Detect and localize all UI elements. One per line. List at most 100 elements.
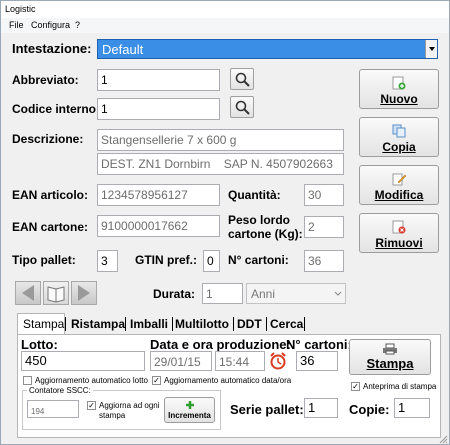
serie-pallet-label: Serie pallet:	[230, 402, 304, 417]
durata-unit-select[interactable]: Anni	[246, 283, 346, 304]
sscc-legend: Contatore SSCC:	[27, 386, 93, 395]
peso-label-line1: Peso lordo	[228, 213, 291, 227]
tab-separator	[304, 317, 305, 331]
menu-file[interactable]: File	[9, 20, 24, 30]
copie-label: Copie:	[349, 402, 390, 417]
descrizione-line1-field[interactable]: Stangensellerie 7 x 600 g	[97, 129, 344, 151]
ean-articolo-label: EAN articolo:	[12, 188, 89, 202]
incrementa-label: Incrementa	[168, 411, 211, 420]
quantita-label: Quantità:	[228, 188, 281, 202]
descrizione-line2-field[interactable]: DEST. ZN1 Dornbirn SAP N. 4507902663	[97, 153, 344, 175]
agg-ogni-label-line1: Aggiorna ad ogni	[99, 401, 160, 410]
plus-icon	[185, 401, 194, 409]
copia-label: Copia	[382, 140, 416, 154]
stampa-label: Stampa	[366, 356, 414, 371]
intestazione-value: Default	[102, 42, 144, 57]
agg-ogni-stampa-checkbox[interactable]: ✓	[87, 401, 96, 410]
agg-lotto-checkbox[interactable]	[23, 376, 32, 385]
abbreviato-field[interactable]: 1	[97, 69, 220, 91]
peso-label-line2: cartone (Kg):	[228, 227, 303, 241]
data-field[interactable]: 29/01/15	[150, 351, 212, 371]
window-title: Logistic	[5, 4, 36, 14]
durata-unit-value: Anni	[251, 287, 276, 301]
gtin-label: GTIN pref.:	[135, 253, 197, 267]
tab-separator	[65, 317, 66, 331]
n-cartoni-stampa-field[interactable]: 36	[296, 351, 338, 371]
modifica-label: Modifica	[374, 188, 424, 202]
copie-field[interactable]: 1	[394, 398, 430, 418]
menu-help[interactable]: ?	[75, 20, 80, 30]
tab-ddt[interactable]: DDT	[237, 315, 262, 333]
agg-data-checkbox[interactable]: ✓	[152, 376, 161, 385]
next-record-button[interactable]	[71, 281, 97, 305]
sscc-counter-field[interactable]: 194	[27, 400, 79, 418]
anteprima-checkbox[interactable]: ✓	[351, 382, 360, 391]
tab-stampa[interactable]: Stampa	[23, 315, 64, 333]
search-icon	[235, 100, 250, 115]
intestazione-select[interactable]: Default	[97, 39, 438, 59]
serie-pallet-field[interactable]: 1	[304, 398, 338, 418]
peso-field[interactable]: 2	[304, 216, 344, 238]
anteprima-label: Anteprima di stampa	[363, 382, 437, 391]
copia-button[interactable]: Copia	[359, 117, 439, 157]
menu-configura[interactable]: Configura	[31, 20, 70, 30]
resize-grip-icon[interactable]	[438, 434, 448, 444]
quantita-field[interactable]: 30	[304, 184, 344, 206]
tab-separator	[125, 317, 126, 331]
alarm-clock-icon[interactable]	[268, 351, 288, 371]
ora-field[interactable]: 15:44	[215, 351, 265, 371]
n-cartoni-stampa-label: N° cartoni:	[286, 337, 352, 352]
codice-interno-label: Codice interno:	[12, 102, 101, 116]
arrow-left-icon	[22, 285, 34, 301]
search-icon	[235, 72, 250, 87]
tab-separator	[172, 317, 173, 331]
descrizione-label: Descrizione:	[12, 132, 84, 146]
intestazione-label: Intestazione:	[12, 41, 92, 56]
tipo-pallet-field[interactable]: 3	[97, 250, 118, 272]
agg-ogni-label-line2: stampa	[99, 411, 126, 420]
rimuovi-button[interactable]: Rimuovi	[359, 213, 439, 253]
tab-separator	[233, 317, 234, 331]
gtin-field[interactable]: 0	[203, 250, 220, 272]
abbreviato-label: Abbreviato:	[12, 73, 79, 87]
ean-cartone-label: EAN cartone:	[12, 220, 89, 234]
tab-multilotto[interactable]: Multilotto	[175, 315, 229, 333]
delete-icon	[392, 220, 406, 234]
search-codice-button[interactable]	[230, 96, 254, 118]
n-cartoni-field[interactable]: 36	[304, 250, 344, 272]
tab-cerca[interactable]: Cerca	[270, 315, 303, 333]
chevron-down-icon	[429, 47, 435, 51]
arrow-right-icon	[78, 285, 90, 301]
modifica-button[interactable]: Modifica	[359, 165, 439, 205]
stampa-button[interactable]: Stampa	[349, 339, 431, 375]
ean-articolo-field[interactable]: 1234578956127	[97, 184, 220, 206]
data-produzione-label: Data e ora produzione:	[150, 337, 291, 352]
rimuovi-label: Rimuovi	[375, 236, 423, 250]
n-cartoni-label: N° cartoni:	[228, 253, 289, 267]
agg-lotto-label: Aggiornamento automatico lotto	[35, 376, 148, 385]
previous-record-button[interactable]	[15, 281, 41, 305]
chevron-down-icon	[334, 291, 342, 296]
tab-ristampa[interactable]: Ristampa	[71, 315, 125, 333]
copy-icon	[392, 124, 406, 138]
nuovo-button[interactable]: Nuovo	[359, 69, 439, 109]
ean-cartone-field[interactable]: 9100000017662	[97, 215, 220, 237]
tab-separator	[266, 317, 267, 331]
lotto-field[interactable]: 450	[21, 351, 145, 371]
codice-interno-field[interactable]: 1	[97, 98, 220, 120]
open-book-button[interactable]	[43, 281, 69, 305]
tab-imballi[interactable]: Imballi	[130, 315, 168, 333]
title-bar: Logistic	[1, 1, 449, 18]
edit-icon	[392, 173, 407, 186]
new-document-icon	[392, 76, 406, 90]
dropdown-arrow-button[interactable]	[425, 40, 437, 58]
agg-data-label: Aggiornamento automatico data/ora	[164, 376, 292, 385]
tipo-pallet-label: Tipo pallet:	[12, 253, 76, 267]
logistic-window: Logistic File Configura ? Intestazione: …	[0, 0, 450, 445]
incrementa-button[interactable]: Incrementa	[164, 397, 215, 423]
printer-icon	[383, 343, 397, 355]
durata-field[interactable]: 1	[202, 283, 243, 304]
menu-bar: File Configura ?	[1, 18, 449, 33]
book-icon	[47, 286, 65, 303]
search-abbreviato-button[interactable]	[230, 68, 254, 90]
